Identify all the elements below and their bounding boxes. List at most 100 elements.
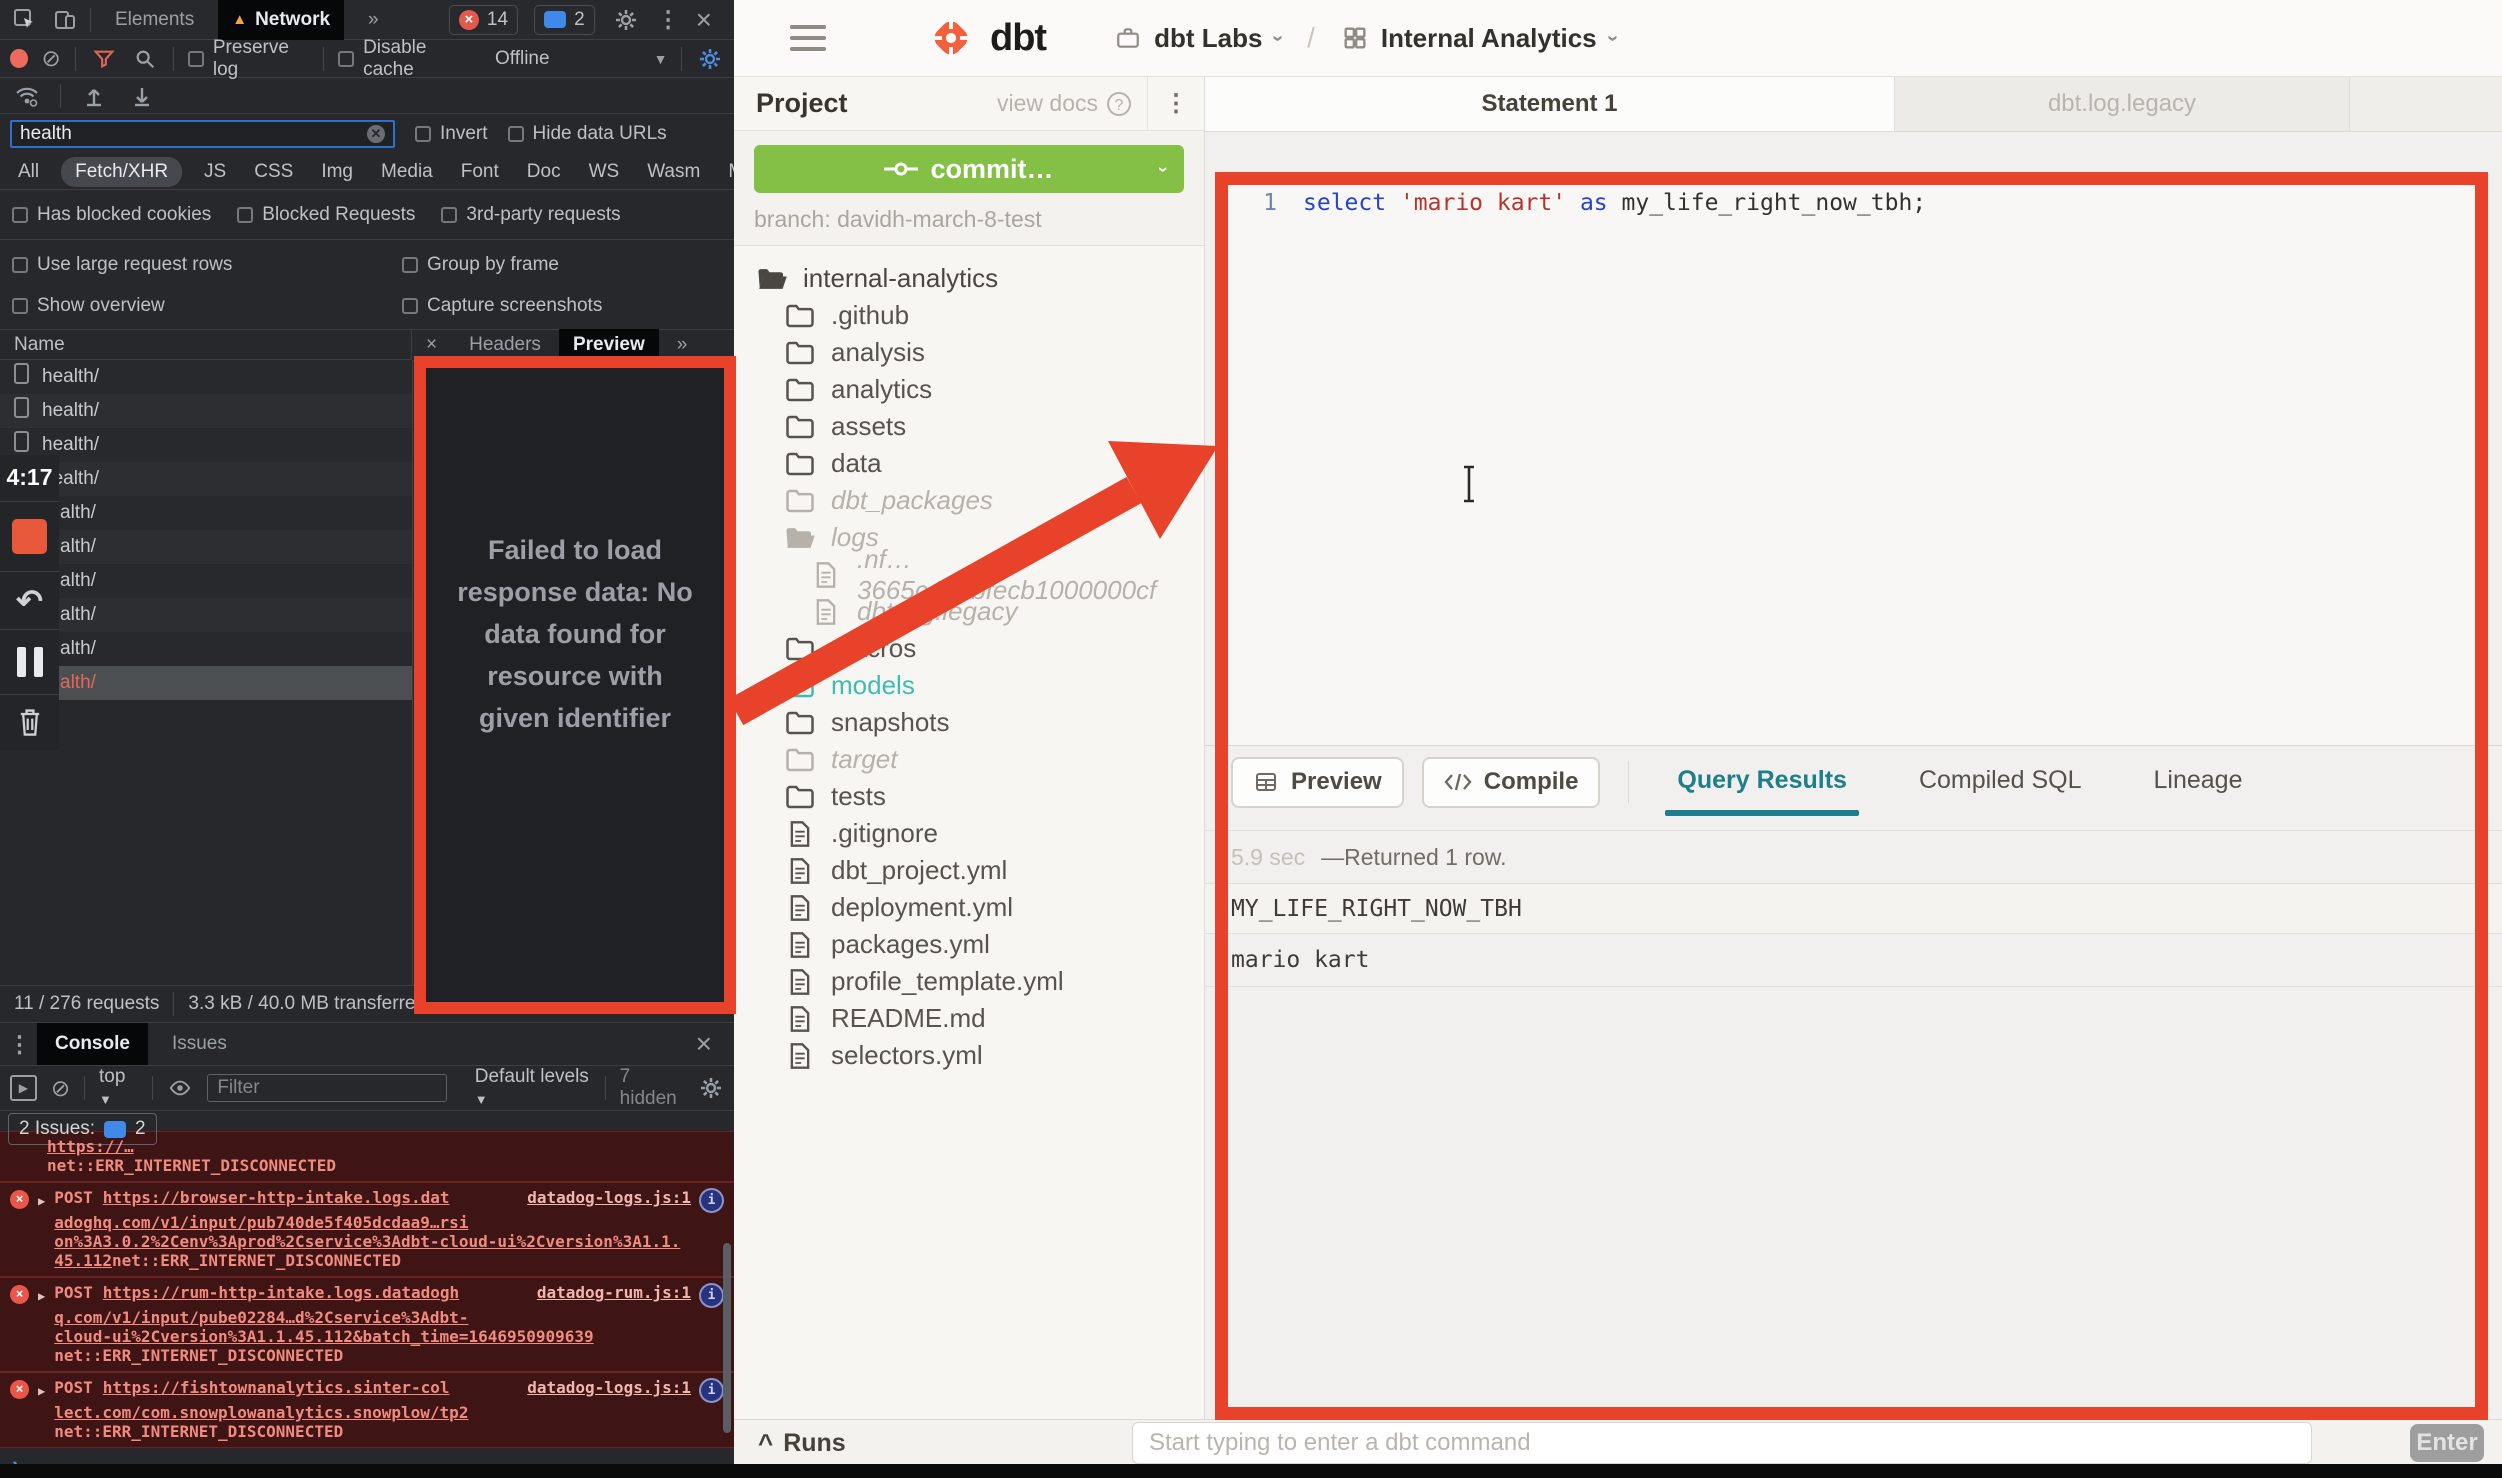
eye-icon[interactable] — [167, 1073, 193, 1103]
inspect-element-icon[interactable] — [10, 5, 40, 35]
network-request-row[interactable]: alth/ — [0, 598, 412, 632]
tab-statement-1[interactable]: Statement 1 — [1205, 77, 1895, 131]
hamburger-menu-icon[interactable] — [790, 25, 826, 51]
sidebar-kebab-icon[interactable]: ⋮ — [1147, 77, 1204, 130]
delete-recording-button[interactable] — [0, 695, 59, 750]
export-har-icon[interactable] — [127, 81, 157, 111]
network-request-row[interactable]: alth/ — [0, 530, 412, 564]
console-prompt[interactable]: › — [0, 1448, 734, 1465]
tree-item-macros[interactable]: macros — [734, 630, 1204, 667]
clear-console-icon[interactable]: ⊘ — [51, 1077, 70, 1100]
context-selector[interactable]: top ▼ — [99, 1066, 138, 1110]
error-count-badge[interactable]: × 14 — [449, 5, 518, 35]
request-url-link[interactable]: adoghq.com/v1/input/pub740de5f405dcdaa9…… — [54, 1213, 468, 1232]
search-icon[interactable] — [131, 44, 159, 74]
network-request-row[interactable]: alth/ — [0, 496, 412, 530]
show-overview-checkbox[interactable]: Show overview — [12, 295, 402, 317]
close-devtools-icon[interactable]: × — [696, 6, 712, 34]
network-request-row[interactable]: alth/ — [0, 632, 412, 666]
request-url-link[interactable]: cloud-ui%2Cversion%3A1.1.45.112&batch_ti… — [54, 1327, 593, 1346]
clear-icon[interactable]: ⊘ — [42, 47, 61, 70]
3rd-party-requests-checkbox[interactable]: 3rd-party requests — [441, 204, 620, 226]
tree-item-target[interactable]: target — [734, 741, 1204, 778]
filter-chip-doc[interactable]: Doc — [521, 157, 567, 187]
filter-chip-img[interactable]: Img — [315, 157, 359, 187]
checkbox[interactable] — [415, 126, 431, 142]
hidden-messages-count[interactable]: 7 hidden — [620, 1066, 684, 1110]
checkbox[interactable] — [188, 51, 204, 67]
checkbox[interactable] — [338, 51, 354, 67]
tree-item-analysis[interactable]: analysis — [734, 334, 1204, 371]
checkbox[interactable] — [508, 126, 524, 142]
filter-chip-ws[interactable]: WS — [583, 157, 626, 187]
checkbox[interactable] — [12, 207, 28, 223]
stop-recording-button[interactable] — [0, 502, 59, 572]
preview-button[interactable]: Preview — [1231, 757, 1404, 808]
checkbox[interactable] — [441, 207, 457, 223]
tree-item-data[interactable]: data — [734, 445, 1204, 482]
network-request-row[interactable]: health/ — [0, 360, 412, 394]
tree-item-nf-3665c416bfecb1000000cf[interactable]: .nf…3665c416bfecb1000000cf — [734, 556, 1204, 593]
checkbox[interactable] — [12, 257, 28, 273]
result-column-header[interactable]: MY_LIFE_RIGHT_NOW_TBH — [1205, 884, 2502, 934]
restart-recording-button[interactable]: ↶ — [0, 572, 59, 630]
tree-item-packages-yml[interactable]: packages.yml — [734, 926, 1204, 963]
tree-item-dbt-packages[interactable]: dbt_packages — [734, 482, 1204, 519]
throttling-caret-icon[interactable]: ▼ — [654, 52, 668, 66]
network-settings-gear-icon[interactable] — [696, 44, 724, 74]
record-icon[interactable] — [10, 49, 28, 68]
expand-triangle-icon[interactable]: ▶ — [38, 1382, 45, 1441]
request-url-link[interactable]: q.com/v1/input/pube02284…d%2Cservice%3Ad… — [54, 1308, 468, 1327]
use-large-request-rows-checkbox[interactable]: Use large request rows — [12, 254, 402, 276]
network-request-row[interactable]: health/ — [0, 462, 412, 496]
source-location-link[interactable]: datadog-rum.js:1 — [537, 1283, 691, 1302]
checkbox[interactable] — [12, 298, 28, 314]
request-url-link[interactable]: https://fishtownanalytics.sinter-col — [103, 1378, 450, 1397]
has-blocked-cookies-checkbox[interactable]: Has blocked cookies — [12, 204, 211, 226]
request-url-link[interactable]: https://… — [47, 1137, 134, 1156]
tree-item-readme-md[interactable]: README.md — [734, 1000, 1204, 1037]
filter-chip-css[interactable]: CSS — [248, 157, 299, 187]
enter-button[interactable]: Enter — [2410, 1424, 2484, 1462]
filter-chip-wasm[interactable]: Wasm — [641, 157, 706, 187]
source-location-link[interactable]: datadog-logs.js:1 — [527, 1378, 691, 1397]
request-url-link[interactable]: https://rum-http-intake.logs.datadogh — [103, 1283, 459, 1302]
checkbox[interactable] — [402, 298, 418, 314]
tree-item-github[interactable]: .github — [734, 297, 1204, 334]
runs-toggle[interactable]: ^ Runs — [758, 1428, 846, 1459]
result-cell[interactable]: mario kart — [1205, 934, 2502, 987]
tab-issues[interactable]: Issues — [154, 1023, 245, 1065]
tree-item-analytics[interactable]: analytics — [734, 371, 1204, 408]
console-settings-gear-icon[interactable] — [698, 1073, 724, 1103]
expand-triangle-icon[interactable]: ▶ — [38, 1287, 45, 1365]
close-console-icon[interactable]: × — [696, 1030, 726, 1058]
checkbox[interactable] — [237, 207, 253, 223]
network-request-row[interactable]: alth/ — [0, 564, 412, 598]
console-filter-input[interactable]: Filter — [207, 1074, 446, 1102]
commit-button[interactable]: commit… › — [754, 145, 1184, 193]
network-request-row[interactable]: health/ — [0, 394, 412, 428]
requests-name-header[interactable]: Name — [0, 330, 412, 360]
tree-item-tests[interactable]: tests — [734, 778, 1204, 815]
filter-chip-fetch-xhr[interactable]: Fetch/XHR — [61, 157, 182, 187]
throttling-select[interactable]: Offline — [495, 48, 550, 70]
tab-elements[interactable]: Elements — [101, 0, 208, 40]
hide-data-urls-checkbox[interactable]: Hide data URLs — [508, 123, 667, 145]
request-url-link[interactable]: on%3A3.0.2%2Cenv%3Aprod%2Cservice%3Adbt-… — [54, 1232, 680, 1251]
request-url-link[interactable]: https://browser-http-intake.logs.dat — [103, 1188, 450, 1207]
request-url-link[interactable]: lect.com/com.snowplowanalytics.snowplow/… — [54, 1403, 468, 1422]
console-kebab-icon[interactable]: ⋮ — [8, 1033, 31, 1056]
network-request-row[interactable]: alth/ — [0, 666, 412, 700]
expand-triangle-icon[interactable]: ▶ — [38, 1192, 45, 1270]
tree-item-assets[interactable]: assets — [734, 408, 1204, 445]
request-url-link[interactable]: 45.112 — [54, 1251, 112, 1270]
tree-item-dbt-project-yml[interactable]: dbt_project.yml — [734, 852, 1204, 889]
kebab-menu-icon[interactable]: ⋮ — [657, 8, 680, 31]
dbt-logo[interactable]: dbt — [924, 11, 1046, 65]
tree-item-models[interactable]: models — [734, 667, 1204, 704]
tab-network[interactable]: ▲ Network — [218, 0, 344, 40]
console-sidebar-icon[interactable]: ▶ — [10, 1075, 37, 1101]
network-request-row[interactable]: health/ — [0, 428, 412, 462]
tree-item-profile-template-yml[interactable]: profile_template.yml — [734, 963, 1204, 1000]
dbt-command-input[interactable]: Start typing to enter a dbt command — [1132, 1422, 2312, 1464]
